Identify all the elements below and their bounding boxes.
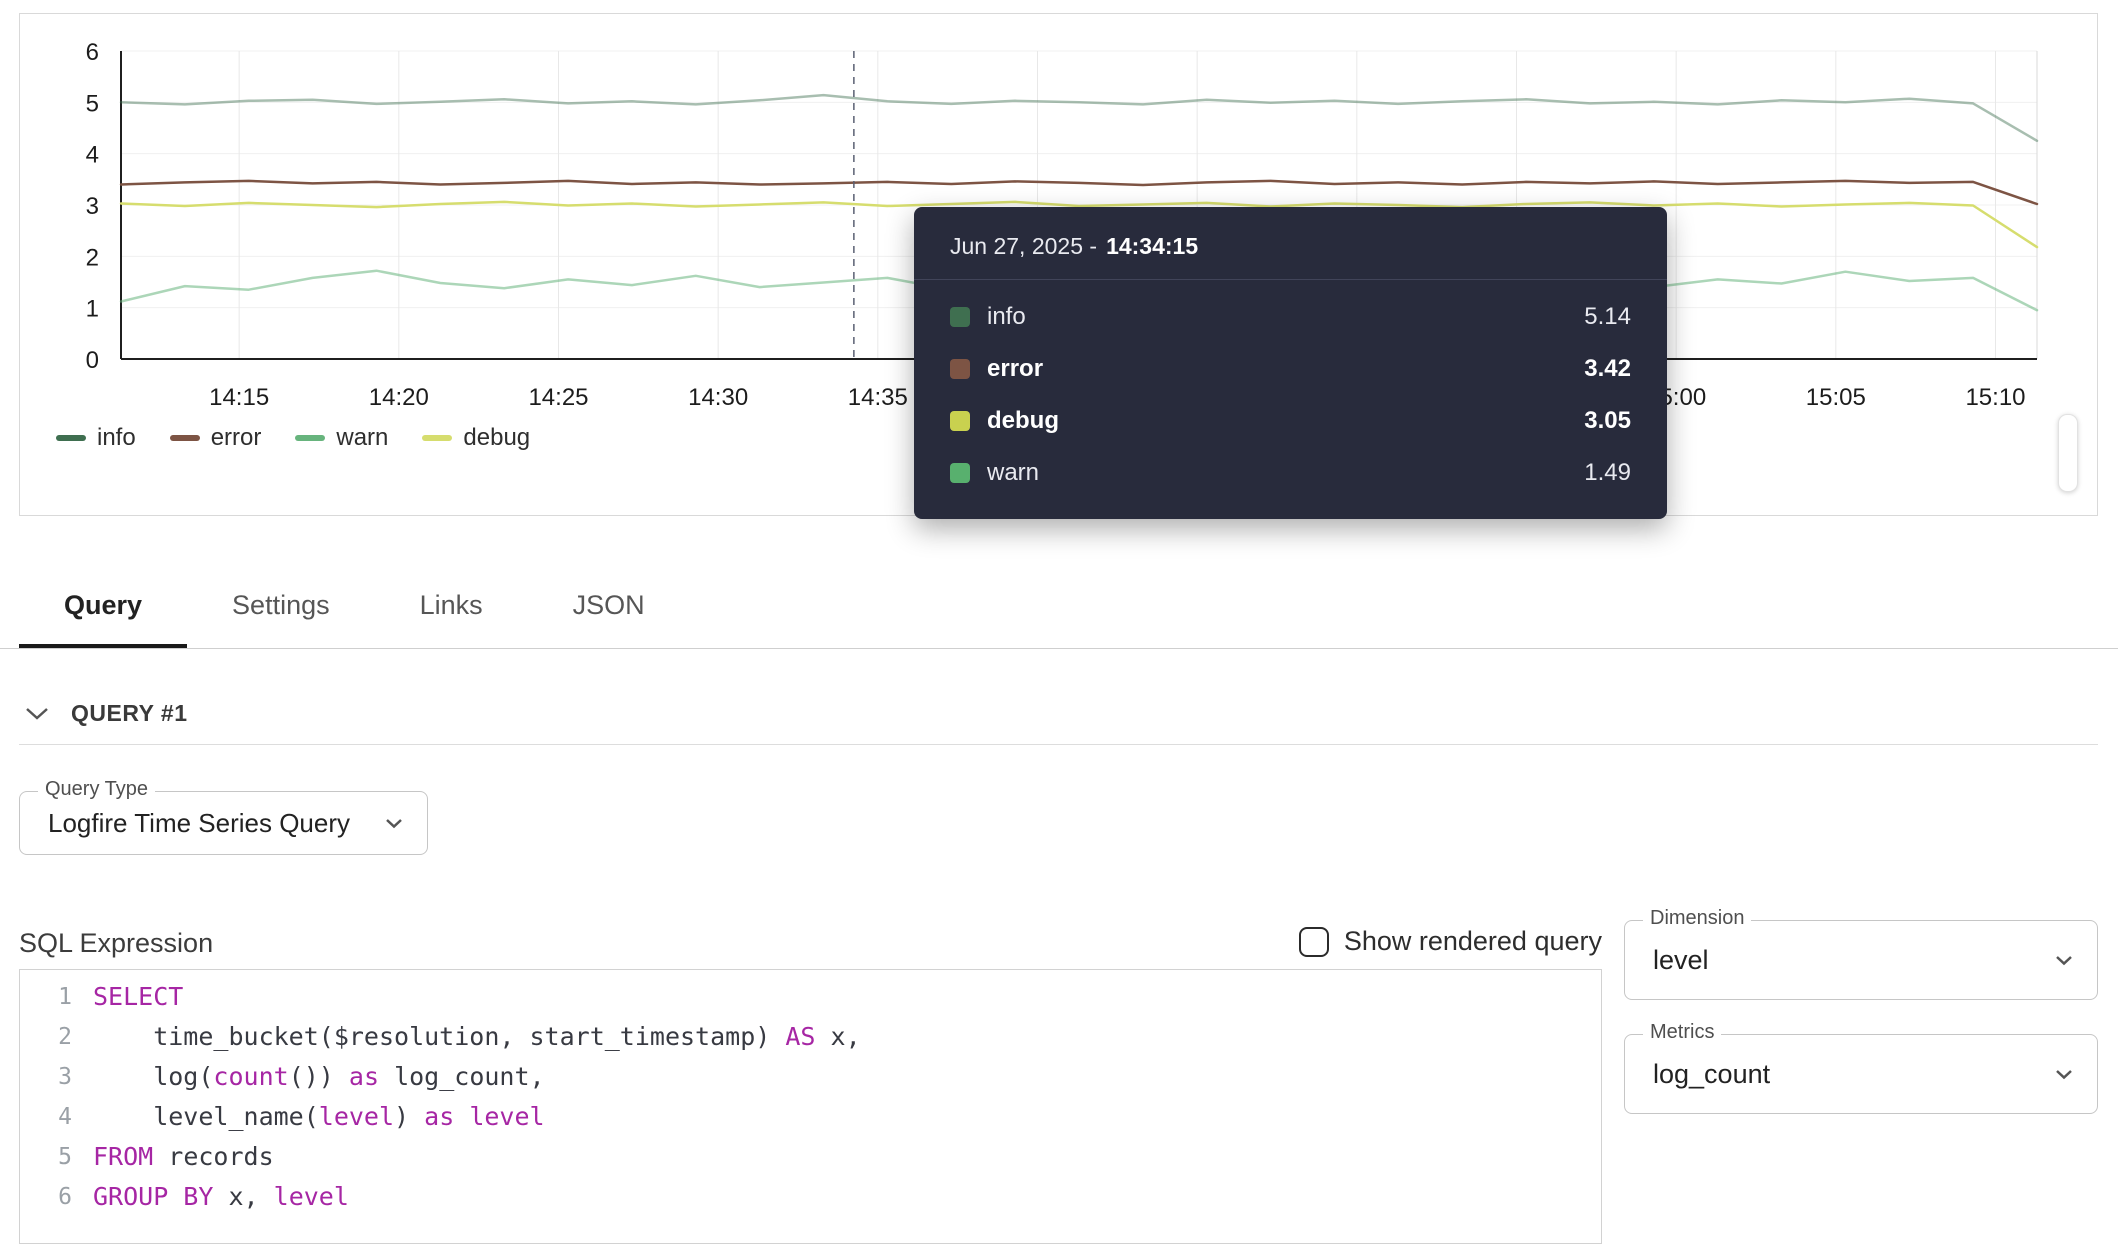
series-line-error (121, 181, 2037, 204)
chevron-down-icon (385, 818, 403, 829)
code-line: 3 log(count()) as log_count, (20, 1057, 1601, 1097)
show-rendered-checkbox[interactable] (1299, 927, 1329, 957)
code-text: time_bucket($resolution, start_timestamp… (93, 1017, 861, 1057)
svg-text:2: 2 (86, 244, 99, 271)
chart-legend: info error warn debug (56, 424, 530, 452)
legend-item-info[interactable]: info (56, 424, 136, 452)
legend-item-debug[interactable]: debug (422, 424, 530, 452)
chevron-down-icon (25, 707, 49, 721)
tooltip-swatch (950, 359, 970, 379)
chart-tooltip: Jun 27, 2025 - 14:34:15 info5.14error3.4… (914, 207, 1667, 519)
metrics-label: Metrics (1643, 1021, 1721, 1044)
legend-item-warn[interactable]: warn (295, 424, 388, 452)
code-text: log(count()) as log_count, (93, 1057, 545, 1097)
svg-text:15:10: 15:10 (1965, 384, 2025, 411)
dimension-label: Dimension (1643, 907, 1751, 930)
tab-json[interactable]: JSON (528, 567, 690, 648)
legend-swatch (170, 435, 200, 441)
svg-text:14:30: 14:30 (688, 384, 748, 411)
code-line: 6GROUP BY x, level (20, 1177, 1601, 1217)
svg-text:15:05: 15:05 (1806, 384, 1866, 411)
tooltip-row-warn: warn1.49 (950, 447, 1631, 499)
tooltip-series-value: 5.14 (1584, 303, 1631, 331)
metrics-value: log_count (1653, 1059, 1770, 1090)
svg-text:14:25: 14:25 (528, 384, 588, 411)
query-section-title: QUERY #1 (71, 700, 188, 727)
sql-expression-label: SQL Expression (19, 928, 213, 959)
tab-query[interactable]: Query (19, 567, 187, 648)
code-line: 4 level_name(level) as level (20, 1097, 1601, 1137)
code-text: SELECT (93, 977, 183, 1017)
legend-swatch (56, 435, 86, 441)
show-rendered-label: Show rendered query (1344, 926, 1602, 957)
dimension-select[interactable]: Dimension level (1624, 920, 2098, 1000)
dimension-value: level (1653, 945, 1709, 976)
query-section-header[interactable]: QUERY #1 (25, 700, 188, 727)
code-line: 2 time_bucket($resolution, start_timesta… (20, 1017, 1601, 1057)
query-type-select[interactable]: Query Type Logfire Time Series Query (19, 791, 428, 855)
section-divider (19, 744, 2098, 745)
query-type-label: Query Type (38, 778, 155, 801)
sql-editor[interactable]: 1SELECT2 time_bucket($resolution, start_… (19, 969, 1602, 1244)
line-number: 2 (20, 1017, 93, 1057)
tooltip-series-name: debug (987, 407, 1584, 435)
tooltip-swatch (950, 411, 970, 431)
tooltip-series-value: 3.42 (1584, 355, 1631, 383)
tooltip-swatch (950, 463, 970, 483)
tooltip-row-info: info5.14 (950, 291, 1631, 343)
line-number: 5 (20, 1137, 93, 1177)
line-number: 6 (20, 1177, 93, 1217)
legend-label: info (97, 424, 136, 452)
svg-text:4: 4 (86, 142, 99, 169)
metrics-select[interactable]: Metrics log_count (1624, 1034, 2098, 1114)
tooltip-rows: info5.14error3.42debug3.05warn1.49 (914, 280, 1667, 499)
chevron-down-icon (2055, 955, 2073, 966)
query-type-value: Logfire Time Series Query (48, 808, 350, 839)
code-text: FROM records (93, 1137, 274, 1177)
tooltip-series-name: error (987, 355, 1584, 383)
code-text: GROUP BY x, level (93, 1177, 349, 1217)
svg-text:1: 1 (86, 296, 99, 323)
tab-bar: QuerySettingsLinksJSON (0, 567, 2118, 649)
svg-text:3: 3 (86, 193, 99, 220)
code-text: level_name(level) as level (93, 1097, 545, 1137)
line-number: 4 (20, 1097, 93, 1137)
tooltip-row-debug: debug3.05 (950, 395, 1631, 447)
svg-text:0: 0 (86, 347, 99, 374)
tooltip-swatch (950, 307, 970, 327)
tooltip-series-value: 1.49 (1584, 459, 1631, 487)
tooltip-series-value: 3.05 (1584, 407, 1631, 435)
svg-text:5: 5 (86, 90, 99, 117)
legend-swatch (295, 435, 325, 441)
chevron-down-icon (2055, 1069, 2073, 1080)
svg-text:6: 6 (86, 39, 99, 66)
sql-editor-lines: 1SELECT2 time_bucket($resolution, start_… (20, 977, 1601, 1217)
legend-label: debug (463, 424, 530, 452)
tooltip-header: Jun 27, 2025 - 14:34:15 (914, 207, 1667, 280)
tab-settings[interactable]: Settings (187, 567, 375, 648)
code-line: 5FROM records (20, 1137, 1601, 1177)
code-line: 1SELECT (20, 977, 1601, 1017)
line-number: 3 (20, 1057, 93, 1097)
tooltip-time: 14:34:15 (1106, 233, 1198, 260)
tab-links[interactable]: Links (375, 567, 528, 648)
svg-text:14:35: 14:35 (848, 384, 908, 411)
legend-item-error[interactable]: error (170, 424, 262, 452)
legend-label: error (211, 424, 262, 452)
tooltip-date: Jun 27, 2025 - (950, 233, 1097, 260)
line-number: 1 (20, 977, 93, 1017)
tooltip-series-name: warn (987, 459, 1584, 487)
tooltip-row-error: error3.42 (950, 343, 1631, 395)
legend-swatch (422, 435, 452, 441)
show-rendered-query-toggle[interactable]: Show rendered query (1299, 926, 1602, 957)
svg-text:14:20: 14:20 (369, 384, 429, 411)
series-line-info (121, 95, 2037, 141)
legend-label: warn (336, 424, 388, 452)
tooltip-series-name: info (987, 303, 1584, 331)
scrollbar-thumb[interactable] (2058, 414, 2078, 492)
svg-text:14:15: 14:15 (209, 384, 269, 411)
